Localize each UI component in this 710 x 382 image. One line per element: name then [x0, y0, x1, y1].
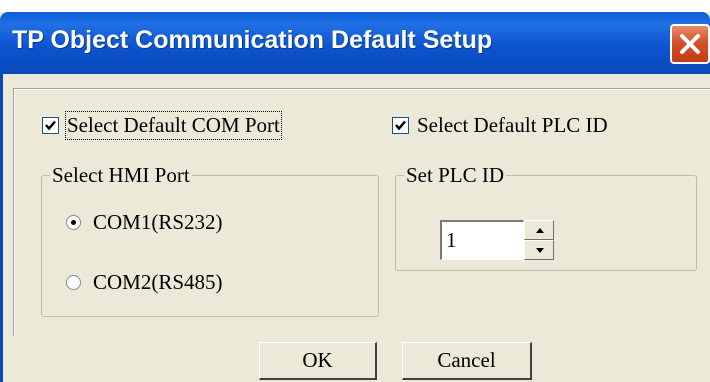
dialog-window: TP Object Communication Default Setup Se…	[0, 0, 710, 382]
com1-radio[interactable]	[66, 215, 81, 230]
close-icon	[680, 34, 700, 54]
default-plc-id-label: Select Default PLC ID	[417, 113, 608, 137]
close-button[interactable]	[670, 24, 710, 64]
checkmark-icon	[395, 120, 406, 131]
default-com-port-label: Select Default COM Port	[65, 111, 282, 140]
com2-radio[interactable]	[66, 275, 81, 290]
plc-id-spinner	[524, 220, 554, 260]
default-plc-id-checkbox[interactable]	[392, 117, 409, 134]
com1-label: COM1(RS232)	[93, 210, 223, 234]
default-com-port-checkbox[interactable]	[42, 117, 59, 134]
default-com-port-option[interactable]: Select Default COM Port	[42, 111, 282, 140]
plc-id-group: Set PLC ID 1	[395, 163, 697, 271]
title-bar[interactable]: TP Object Communication Default Setup	[0, 0, 710, 74]
com2-label: COM2(RS485)	[93, 270, 223, 294]
window-title: TP Object Communication Default Setup	[12, 26, 493, 54]
checkmark-icon	[45, 120, 56, 131]
default-plc-id-option[interactable]: Select Default PLC ID	[392, 113, 608, 138]
hmi-port-group: Select HMI Port COM1(RS232) COM2(RS485)	[41, 163, 379, 317]
arrow-up-icon	[536, 228, 544, 233]
plc-id-increment-button[interactable]	[524, 220, 554, 240]
ok-button[interactable]: OK	[259, 342, 377, 380]
radio-option-com2[interactable]: COM2(RS485)	[66, 270, 223, 295]
plc-id-input[interactable]: 1	[440, 220, 524, 260]
arrow-down-icon	[536, 248, 544, 253]
settings-panel: Select Default COM Port Select Default P…	[13, 88, 710, 336]
radio-option-com1[interactable]: COM1(RS232)	[66, 210, 223, 235]
plc-id-decrement-button[interactable]	[524, 240, 554, 260]
plc-id-group-title: Set PLC ID	[404, 163, 507, 188]
cancel-button[interactable]: Cancel	[402, 342, 532, 380]
hmi-port-group-title: Select HMI Port	[50, 163, 192, 188]
dialog-body: Select Default COM Port Select Default P…	[0, 74, 710, 382]
